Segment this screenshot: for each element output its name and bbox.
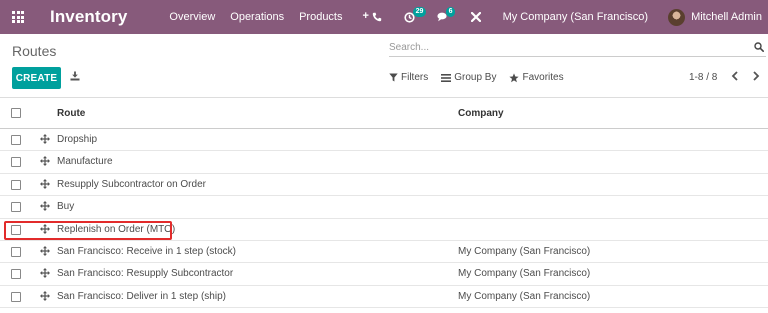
message-count-badge: 6 <box>445 7 456 17</box>
top-navbar: Inventory Overview Operations Products +… <box>0 0 768 34</box>
plus-icon[interactable]: + <box>363 11 369 23</box>
drag-handle-icon[interactable] <box>40 201 50 214</box>
filters-toggle[interactable]: Filters <box>389 72 428 83</box>
table-row[interactable]: Dropship <box>0 129 768 152</box>
row-checkbox[interactable] <box>11 157 21 168</box>
menu-item-products[interactable]: Products <box>299 11 342 23</box>
groupby-toggle[interactable]: Group By <box>441 72 496 83</box>
row-checkbox[interactable] <box>11 202 21 213</box>
drag-handle-icon[interactable] <box>40 134 50 147</box>
select-all-checkbox[interactable] <box>11 108 21 118</box>
search-options: Filters Group By Favorites <box>389 72 564 83</box>
highlight-box-mto-row <box>4 221 172 240</box>
drag-handle-icon[interactable] <box>40 156 50 169</box>
company-switcher[interactable]: My Company (San Francisco) <box>503 11 649 23</box>
row-checkbox[interactable] <box>11 269 21 280</box>
chevron-right-icon[interactable] <box>752 71 760 84</box>
drag-handle-icon[interactable] <box>40 245 50 259</box>
column-header-company[interactable]: Company <box>458 108 504 119</box>
cell-route: Resupply Subcontractor on Order <box>57 178 206 190</box>
groupby-label: Group By <box>454 72 497 83</box>
search-icon[interactable] <box>754 42 764 55</box>
cell-company: My Company (San Francisco) <box>458 290 591 302</box>
favorites-label: Favorites <box>522 72 564 83</box>
search-bar[interactable]: Search... <box>389 41 766 57</box>
cell-company: My Company (San Francisco) <box>458 245 591 257</box>
drag-handle-icon[interactable] <box>40 178 50 192</box>
star-icon <box>509 72 520 82</box>
column-header-route[interactable]: Route <box>57 108 85 119</box>
close-icon[interactable] <box>470 12 481 22</box>
favorites-toggle[interactable]: Favorites <box>509 72 564 83</box>
cell-route: Buy <box>57 201 75 213</box>
avatar[interactable] <box>668 8 686 26</box>
table-header: Route Company <box>0 97 768 129</box>
routes-list: Route Company Dropship Manufacture Resup… <box>0 97 768 309</box>
row-checkbox[interactable] <box>11 135 21 145</box>
menu-item-operations[interactable]: Operations <box>230 11 284 23</box>
download-icon[interactable] <box>70 71 80 84</box>
cell-route: San Francisco: Receive in 1 step (stock) <box>57 245 236 257</box>
navbar-systray: 29 6 My Company (San Francisco) Mitchell… <box>372 0 768 34</box>
row-checkbox[interactable] <box>11 246 21 257</box>
cell-route: Manufacture <box>57 156 113 168</box>
cell-route: San Francisco: Resupply Subcontractor <box>57 268 234 280</box>
phone-icon[interactable] <box>372 12 382 22</box>
table-row[interactable]: San Francisco: Deliver in 1 step (ship) … <box>0 286 768 309</box>
table-row[interactable]: Manufacture <box>0 151 768 174</box>
row-checkbox[interactable] <box>11 291 21 302</box>
drag-handle-icon[interactable] <box>40 268 50 281</box>
cell-company: My Company (San Francisco) <box>458 268 591 280</box>
search-input[interactable]: Search... <box>389 42 429 53</box>
table-row[interactable]: Resupply Subcontractor on Order <box>0 174 768 197</box>
cell-route: San Francisco: Deliver in 1 step (ship) <box>57 290 226 302</box>
activity-icon[interactable]: 29 <box>403 6 427 23</box>
main-menu: Overview Operations Products + <box>169 11 384 24</box>
cell-route: Dropship <box>57 134 98 145</box>
table-row[interactable]: Buy <box>0 196 768 219</box>
drag-handle-icon[interactable] <box>40 290 50 304</box>
menu-item-overview[interactable]: Overview <box>169 11 215 23</box>
chevron-left-icon[interactable] <box>731 71 739 84</box>
create-button[interactable]: CREATE <box>12 67 61 89</box>
chat-icon[interactable]: 6 <box>436 7 456 22</box>
page-title: Routes <box>12 43 57 59</box>
filters-label: Filters <box>401 72 429 83</box>
activity-count-badge: 29 <box>412 6 427 17</box>
filter-icon <box>389 73 398 82</box>
row-checkbox[interactable] <box>11 179 21 190</box>
table-row[interactable]: San Francisco: Receive in 1 step (stock)… <box>0 241 768 264</box>
app-brand[interactable]: Inventory <box>50 7 127 27</box>
apps-icon[interactable] <box>12 11 24 23</box>
pager-value[interactable]: 1-8 / 8 <box>689 72 717 83</box>
groupby-icon <box>441 73 452 82</box>
user-menu[interactable]: Mitchell Admin <box>691 11 762 23</box>
table-row[interactable]: San Francisco: Resupply Subcontractor My… <box>0 263 768 286</box>
